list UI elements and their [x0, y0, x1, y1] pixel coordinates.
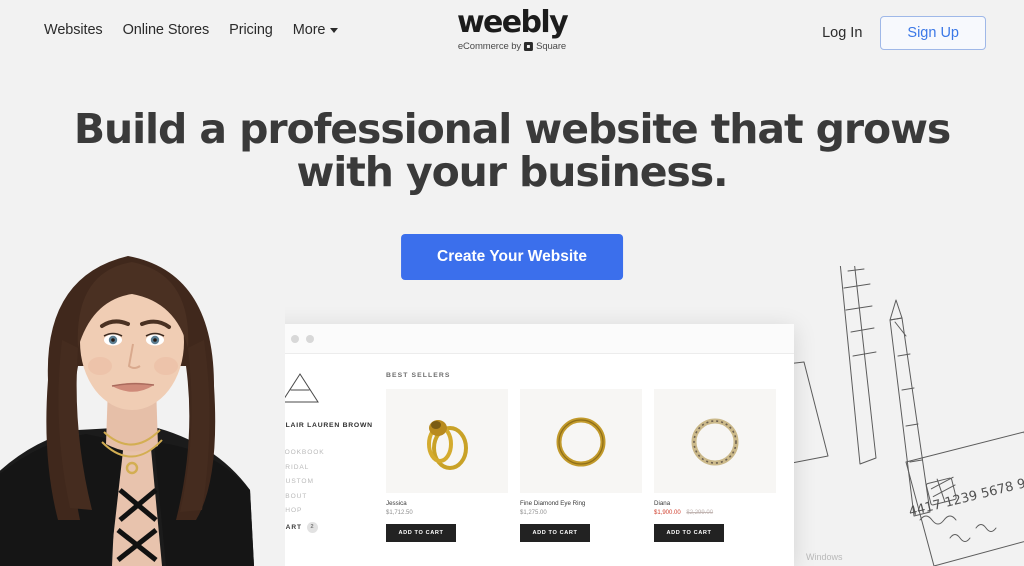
sidebar-item-lookbook[interactable]: LOOKBOOK	[280, 449, 374, 456]
headline-line-1: Build a professional website that grows	[73, 105, 951, 153]
ring-fine-diamond-eye-icon	[556, 417, 606, 467]
product-price: $1,275.00	[520, 510, 547, 516]
product-image	[386, 389, 508, 493]
site-header: Websites Online Stores Pricing More weeb…	[0, 0, 1024, 64]
store-page: BLAIR LAUREN BROWN LOOKBOOK BRIDAL CUSTO…	[262, 354, 794, 566]
sidebar-item-shop[interactable]: SHOP	[280, 507, 374, 514]
nav-item-more-label: More	[292, 22, 326, 38]
store-sidebar-nav: LOOKBOOK BRIDAL CUSTOM ABOUT SHOP CART 2	[280, 449, 374, 533]
product-grid: Jessica $1,712.50 ADD TO CART Fine Diamo…	[386, 389, 778, 542]
window-minimize-dot-icon	[291, 334, 299, 343]
product-sale-price: $1,900.00	[654, 510, 681, 516]
product-price: $1,712.50	[386, 510, 413, 516]
add-to-cart-button[interactable]: ADD TO CART	[654, 524, 724, 542]
weebly-logo[interactable]: weebly eCommerce by Square	[456, 5, 569, 53]
headline-line-2: with your business.	[296, 148, 728, 196]
browser-title-bar	[262, 324, 794, 354]
logo-tagline: eCommerce by Square	[457, 41, 567, 52]
add-to-cart-button[interactable]: ADD TO CART	[520, 524, 590, 542]
ring-jessica-icon	[427, 420, 468, 470]
product-card[interactable]: Diana $1,900.00 $2,299.00 ADD TO CART	[654, 389, 776, 542]
product-price: $1,900.00 $2,299.00	[654, 510, 776, 516]
cart-count-badge: 2	[306, 521, 318, 533]
windows-activation-watermark: Windows	[806, 552, 843, 562]
nav-item-pricing[interactable]: Pricing	[229, 22, 273, 38]
store-brand-name: BLAIR LAUREN BROWN	[280, 422, 373, 429]
logo-tagline-prefix: eCommerce by	[457, 41, 522, 52]
product-name: Jessica	[386, 500, 407, 507]
sidebar-item-about[interactable]: ABOUT	[280, 493, 374, 500]
page-title: Build a professional website that grows …	[0, 108, 1024, 194]
window-maximize-dot-icon	[306, 334, 314, 343]
store-preview-mockup: BLAIR LAUREN BROWN LOOKBOOK BRIDAL CUSTO…	[262, 324, 794, 566]
product-name: Fine Diamond Eye Ring	[520, 500, 586, 507]
product-image	[520, 389, 642, 493]
add-to-cart-button[interactable]: ADD TO CART	[386, 524, 456, 542]
nav-item-more[interactable]: More	[293, 22, 339, 38]
product-name: Diana	[654, 500, 671, 507]
square-logo-icon	[524, 42, 534, 51]
product-original-price: $2,299.00	[686, 510, 714, 516]
section-title: BEST SELLERS	[386, 372, 451, 379]
brand-triangle-logo-icon	[281, 373, 319, 403]
store-main-content: BEST SELLERS Jessica $1,712.50 ADD TO CA…	[374, 354, 794, 566]
nav-item-online-stores[interactable]: Online Stores	[123, 22, 210, 38]
account-actions: Log In Sign Up	[822, 16, 986, 50]
primary-navigation: Websites Online Stores Pricing More	[44, 22, 339, 38]
nav-item-websites[interactable]: Websites	[44, 22, 103, 38]
logo-tagline-brand: Square	[536, 41, 567, 52]
ring-diana-icon	[691, 418, 739, 466]
login-link[interactable]: Log In	[822, 25, 862, 41]
product-card[interactable]: Jessica $1,712.50 ADD TO CART	[386, 389, 508, 542]
product-image	[654, 389, 776, 493]
hero-portrait-photo	[0, 190, 285, 566]
sidebar-item-custom[interactable]: CUSTOM	[280, 478, 374, 485]
signup-button[interactable]: Sign Up	[880, 16, 986, 50]
sidebar-item-cart[interactable]: CART 2	[280, 521, 374, 533]
create-your-website-button[interactable]: Create Your Website	[401, 234, 623, 280]
logo-wordmark: weebly	[456, 5, 569, 40]
sidebar-item-bridal[interactable]: BRIDAL	[280, 464, 374, 471]
product-card[interactable]: Fine Diamond Eye Ring $1,275.00 ADD TO C…	[520, 389, 642, 542]
chevron-down-icon	[330, 27, 339, 33]
